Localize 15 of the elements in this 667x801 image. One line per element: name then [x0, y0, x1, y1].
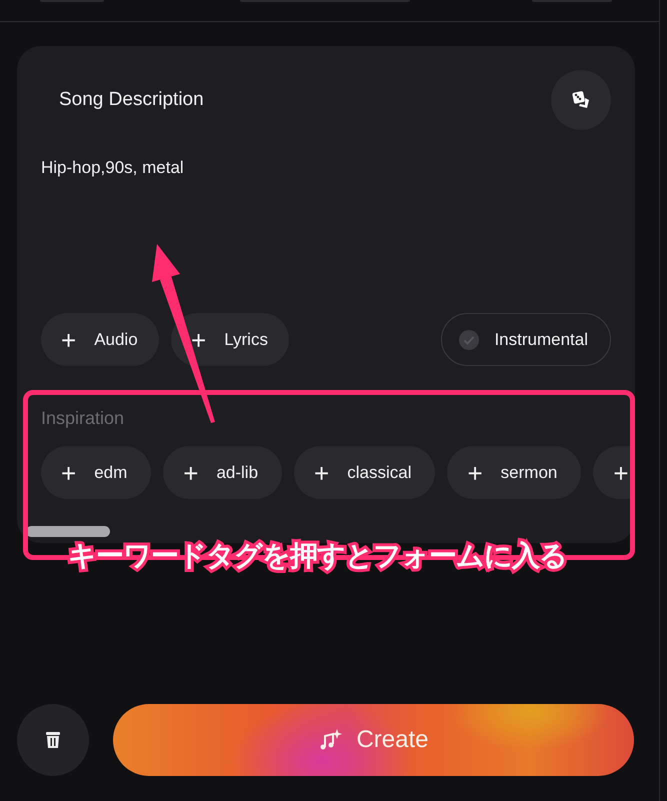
section-title: Song Description — [59, 89, 204, 111]
tag-chip[interactable]: + classical — [294, 446, 436, 499]
description-field[interactable]: Hip-hop,90s, metal — [41, 158, 611, 298]
tag-chip[interactable]: + sermon — [447, 446, 582, 499]
music-sparkle-icon — [318, 728, 342, 752]
dice-icon — [571, 90, 591, 110]
tag-chip[interactable]: + ad-lib — [163, 446, 282, 499]
trash-icon — [45, 731, 61, 749]
instrumental-toggle[interactable]: Instrumental — [441, 313, 611, 366]
add-button[interactable]: + Audio — [41, 313, 159, 366]
inspiration-label: Inspiration — [41, 408, 126, 429]
add-button[interactable]: + Lyrics — [171, 313, 289, 366]
tag-chip[interactable]: + — [593, 446, 632, 499]
check-icon — [458, 328, 480, 350]
tag-chip[interactable]: + edm — [41, 446, 152, 499]
